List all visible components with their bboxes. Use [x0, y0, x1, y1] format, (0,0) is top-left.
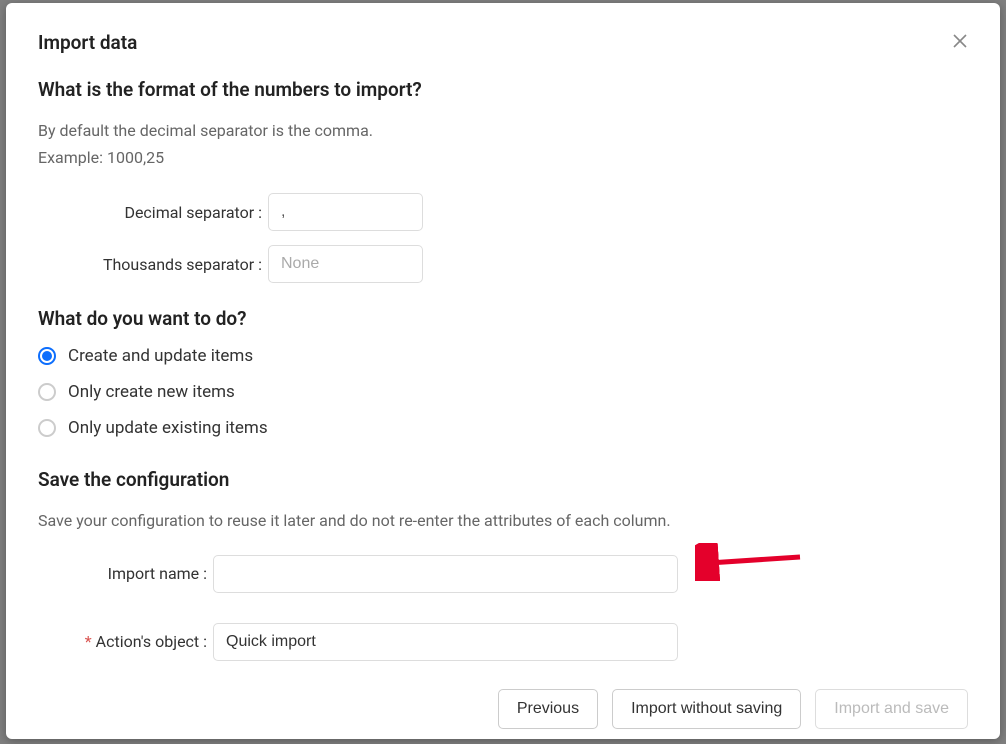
- thousands-separator-row: Thousands separator :: [38, 245, 968, 283]
- radio-icon: [38, 383, 56, 401]
- thousands-separator-input[interactable]: [268, 245, 423, 283]
- import-without-saving-button[interactable]: Import without saving: [612, 689, 801, 729]
- action-object-input[interactable]: [213, 623, 678, 661]
- modal-title: Import data: [38, 31, 968, 54]
- previous-button[interactable]: Previous: [498, 689, 598, 729]
- radio-create-update[interactable]: Create and update items: [38, 346, 968, 366]
- required-mark: *: [85, 632, 92, 651]
- help-line: Example: 1000,25: [38, 144, 968, 171]
- import-and-save-button[interactable]: Import and save: [815, 689, 968, 729]
- decimal-separator-input[interactable]: [268, 193, 423, 231]
- format-help: By default the decimal separator is the …: [38, 117, 968, 171]
- number-format-section: What is the format of the numbers to imp…: [38, 78, 968, 283]
- radio-only-create[interactable]: Only create new items: [38, 382, 968, 402]
- radio-label: Only create new items: [68, 382, 235, 402]
- radio-icon: [38, 419, 56, 437]
- import-name-row: Import name :: [38, 555, 968, 593]
- close-button[interactable]: [948, 29, 972, 53]
- save-heading: Save the configuration: [38, 468, 968, 491]
- import-name-input[interactable]: [213, 555, 678, 593]
- help-line: By default the decimal separator is the …: [38, 117, 968, 144]
- radio-label: Create and update items: [68, 346, 253, 366]
- import-data-modal: Import data What is the format of the nu…: [6, 3, 1000, 739]
- close-icon: [952, 33, 968, 49]
- import-name-label: Import name :: [38, 564, 213, 583]
- action-object-row: *Action's object :: [38, 623, 968, 661]
- action-object-label: *Action's object :: [38, 632, 213, 651]
- radio-label: Only update existing items: [68, 418, 268, 438]
- modal-footer: Previous Import without saving Import an…: [38, 689, 968, 729]
- decimal-separator-row: Decimal separator :: [38, 193, 968, 231]
- save-help: Save your configuration to reuse it late…: [38, 507, 968, 534]
- action-radio-group: Create and update items Only create new …: [38, 346, 968, 438]
- action-object-label-text: Action's object :: [96, 632, 207, 651]
- action-section: What do you want to do? Create and updat…: [38, 307, 968, 438]
- radio-icon: [38, 347, 56, 365]
- format-heading: What is the format of the numbers to imp…: [38, 78, 968, 101]
- radio-only-update[interactable]: Only update existing items: [38, 418, 968, 438]
- decimal-separator-label: Decimal separator :: [38, 203, 268, 222]
- save-config-section: Save the configuration Save your configu…: [38, 468, 968, 660]
- action-heading: What do you want to do?: [38, 307, 968, 330]
- thousands-separator-label: Thousands separator :: [38, 255, 268, 274]
